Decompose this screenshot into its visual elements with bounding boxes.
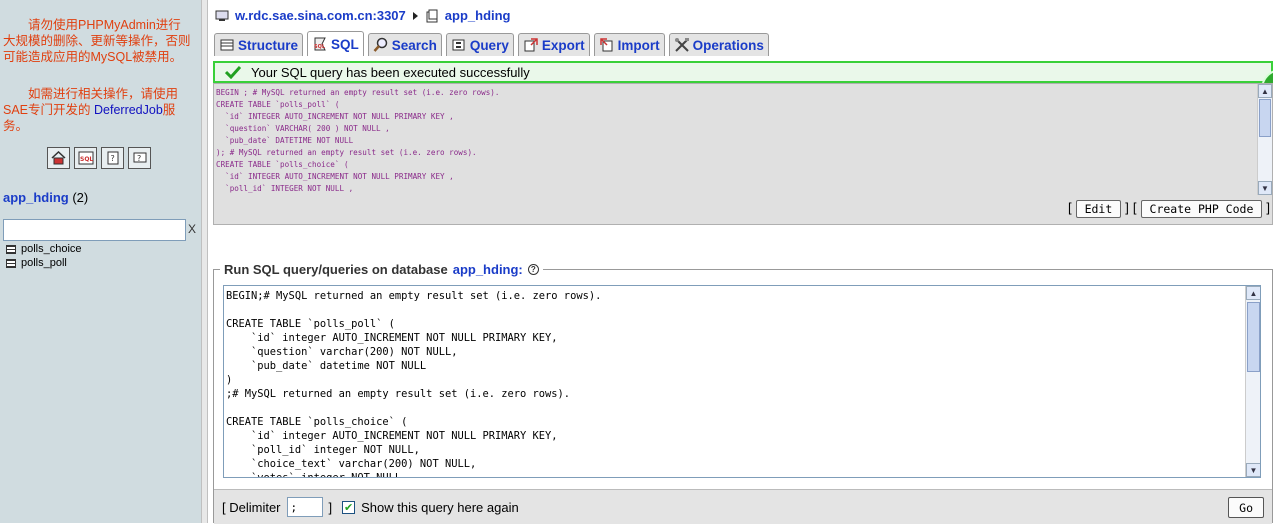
- tab-label: Query: [469, 37, 509, 53]
- query-icon: [452, 39, 465, 51]
- tab-label: Import: [617, 37, 660, 53]
- export-icon: [524, 38, 538, 52]
- main-frame: w.rdc.sae.sina.com.cn:3307 app_hding Str…: [209, 0, 1273, 524]
- svg-text:SQL: SQL: [314, 44, 326, 50]
- tab-label: Export: [541, 37, 585, 53]
- table-count: (2): [72, 190, 89, 205]
- table-list-item[interactable]: polls_choice: [6, 243, 82, 255]
- fieldset-legend: Run SQL query/queries on database app_hd…: [220, 262, 543, 277]
- scrollbar-thumb[interactable]: [1247, 302, 1260, 372]
- import-icon: [599, 38, 613, 52]
- server-link[interactable]: w.rdc.sae.sina.com.cn:3307: [235, 8, 406, 23]
- tab-search[interactable]: Search: [367, 33, 442, 56]
- executed-sql-panel: BEGIN ; # MySQL returned an empty result…: [213, 83, 1273, 225]
- table-icon[interactable]: [6, 258, 16, 268]
- database-heading: app_hding (2): [3, 190, 88, 205]
- sql-result-scrollbar[interactable]: ▲ ▼: [1257, 84, 1272, 195]
- delimiter-label-close: ]: [328, 499, 333, 515]
- edit-button[interactable]: Edit: [1075, 200, 1122, 218]
- sql-icon[interactable]: SQL: [74, 147, 97, 169]
- scroll-down-icon[interactable]: ▼: [1258, 181, 1272, 195]
- table-name[interactable]: polls_choice: [21, 243, 82, 255]
- sql-query-textarea[interactable]: BEGIN;# MySQL returned an empty result s…: [223, 285, 1261, 478]
- bracket-close: ]: [1266, 200, 1270, 215]
- frame-divider[interactable]: [201, 0, 208, 523]
- result-actions: [ Edit ] [ Create PHP Code ]: [1068, 200, 1270, 218]
- show-query-again-checkbox[interactable]: ✔: [342, 500, 356, 514]
- delimiter-label: [ Delimiter: [222, 499, 281, 515]
- database-link[interactable]: app_hding:: [453, 262, 523, 277]
- table-icon[interactable]: [6, 244, 16, 254]
- table-filter-input[interactable]: [3, 219, 186, 241]
- legend-text: Run SQL query/queries on database: [224, 262, 448, 277]
- bracket-open: [: [1132, 200, 1137, 215]
- tab-structure[interactable]: Structure: [214, 33, 304, 56]
- tab-label: Search: [391, 37, 437, 53]
- chevron-right-icon: [412, 11, 418, 20]
- svg-text:?: ?: [110, 154, 114, 163]
- tab-sql[interactable]: SQL SQL: [307, 31, 364, 56]
- table-name[interactable]: polls_poll: [21, 257, 67, 269]
- sql-icon: SQL: [314, 37, 326, 51]
- database-link[interactable]: app_hding: [445, 8, 511, 23]
- sql-query-fieldset: Run SQL query/queries on database app_hd…: [213, 262, 1273, 524]
- database-link[interactable]: app_hding: [3, 190, 69, 205]
- docs-icon[interactable]: ?: [128, 147, 151, 169]
- sae-warning-notice: 请勿使用PHPMyAdmin进行大规模的删除、更新等操作，否则可能造成应用的My…: [3, 17, 191, 65]
- sae-deferredjob-notice: 如需进行相关操作，请使用SAE专门开发的 DeferredJob服务。: [3, 86, 191, 134]
- bracket-open: [: [1067, 200, 1072, 215]
- clear-filter-button[interactable]: X: [188, 222, 196, 236]
- database-icon: [426, 9, 438, 22]
- bracket-close: ]: [1125, 200, 1129, 215]
- show-query-again-label[interactable]: Show this query here again: [361, 500, 519, 515]
- delimiter-input[interactable]: [286, 497, 323, 517]
- query-options-bar: [ Delimiter ] ✔ Show this query here aga…: [214, 489, 1272, 524]
- tab-label: Operations: [692, 37, 764, 53]
- navigation-frame: 请勿使用PHPMyAdmin进行大规模的删除、更新等操作，否则可能造成应用的My…: [0, 0, 201, 523]
- tab-label: SQL: [331, 36, 359, 52]
- scroll-up-icon[interactable]: ▲: [1246, 286, 1260, 300]
- tab-label: Structure: [238, 37, 299, 53]
- scroll-up-icon[interactable]: ▲: [1258, 84, 1272, 98]
- tab-import[interactable]: Import: [593, 33, 665, 56]
- go-button[interactable]: Go: [1228, 497, 1264, 518]
- executed-sql-code: BEGIN ; # MySQL returned an empty result…: [216, 88, 500, 193]
- svg-text:SQL: SQL: [80, 156, 93, 163]
- tab-bar: Structure SQL SQL Search Query Export Im…: [214, 31, 769, 56]
- success-message: Your SQL query has been executed success…: [213, 61, 1273, 83]
- operations-icon: [674, 38, 689, 52]
- breadcrumb: w.rdc.sae.sina.com.cn:3307 app_hding: [215, 8, 511, 23]
- checkmark-icon: [225, 65, 241, 79]
- query-scrollbar[interactable]: ▲ ▼: [1245, 286, 1260, 477]
- help-icon[interactable]: ?: [527, 264, 539, 275]
- deferredjob-link[interactable]: DeferredJob: [94, 103, 163, 117]
- svg-text:?: ?: [137, 154, 141, 163]
- tab-export[interactable]: Export: [517, 33, 590, 56]
- server-icon: [215, 10, 229, 21]
- search-icon: [373, 37, 388, 52]
- tab-query[interactable]: Query: [445, 33, 514, 56]
- home-icon[interactable]: [47, 147, 70, 169]
- scrollbar-thumb[interactable]: [1259, 99, 1271, 137]
- query-text[interactable]: BEGIN;# MySQL returned an empty result s…: [226, 289, 1238, 477]
- nav-icon-bar: SQL ? ?: [47, 147, 151, 169]
- structure-icon: [220, 39, 234, 51]
- tab-operations[interactable]: Operations: [668, 33, 769, 56]
- warning-text: 请勿使用PHPMyAdmin进行大规模的删除、更新等操作，否则可能造成应用的My…: [3, 18, 191, 64]
- success-text: Your SQL query has been executed success…: [251, 64, 530, 80]
- table-list-item[interactable]: polls_poll: [6, 257, 67, 269]
- query-window-icon[interactable]: ?: [101, 147, 124, 169]
- scroll-down-icon[interactable]: ▼: [1246, 463, 1260, 477]
- create-php-code-button[interactable]: Create PHP Code: [1140, 200, 1263, 218]
